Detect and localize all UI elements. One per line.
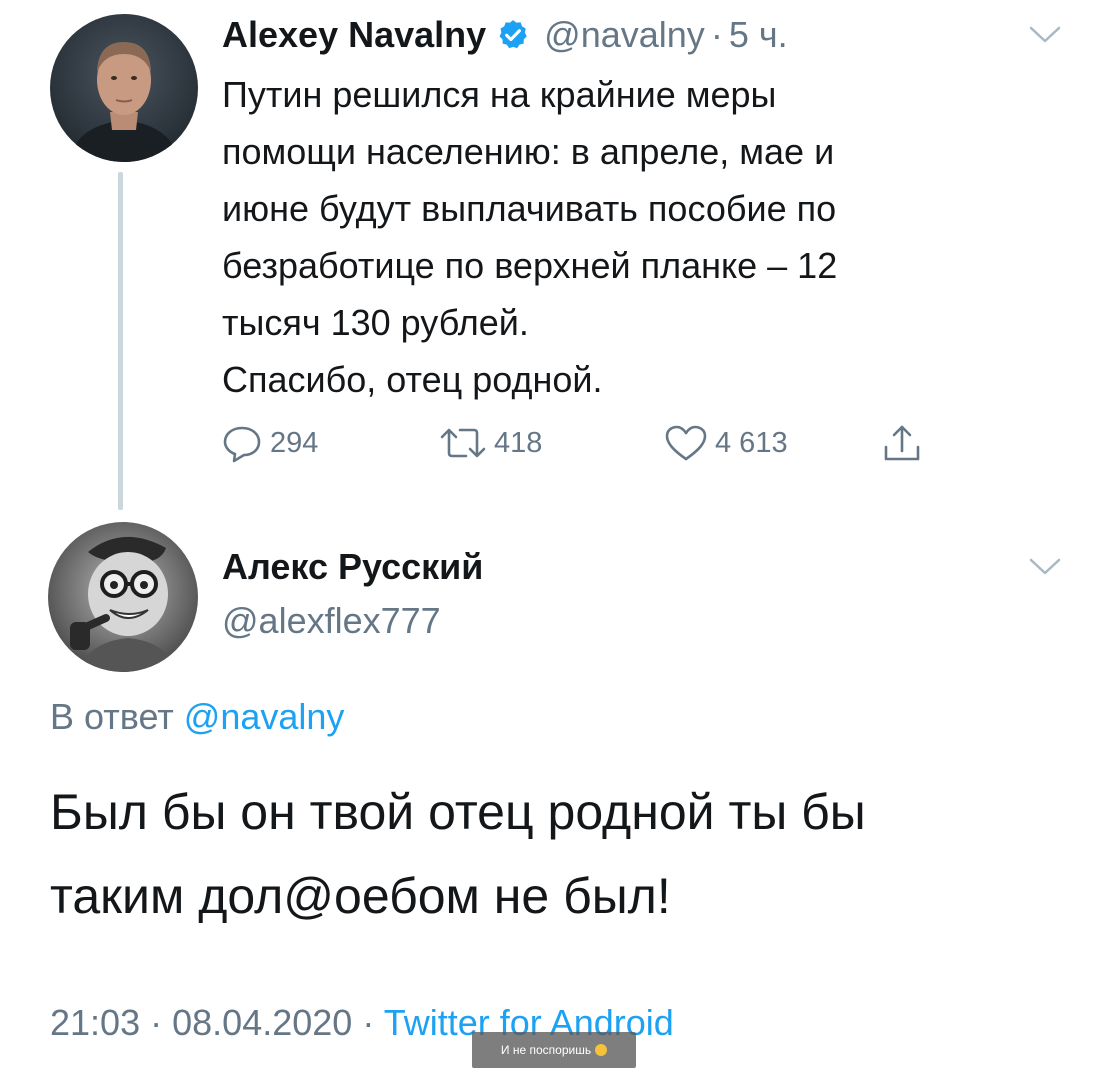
parent-tweet-text: Путин решился на крайние меры помощи нас…: [222, 66, 1052, 408]
reply-tweet-time[interactable]: 21:03: [50, 1002, 140, 1043]
navalny-avatar[interactable]: [50, 14, 198, 162]
meta-separator: ·: [362, 1002, 375, 1043]
like-count: 4 613: [715, 426, 788, 459]
share-button[interactable]: [880, 420, 924, 466]
parent-tweet-line: Спасибо, отец родной.: [222, 359, 603, 400]
parent-tweet-line: безработице по верхней планке – 12: [222, 245, 838, 286]
reply-tweet-date[interactable]: 08.04.2020: [172, 1002, 352, 1043]
reply-button[interactable]: 294: [220, 420, 318, 466]
reply-tweet-line: таким дол@оебом не был!: [50, 868, 671, 924]
retweet-count: 418: [494, 426, 543, 459]
thread-connector-line: [118, 172, 123, 510]
like-button[interactable]: 4 613: [663, 420, 788, 466]
alexflex-avatar[interactable]: [48, 522, 198, 672]
parent-tweet-line: помощи населению: в апреле, мае и: [222, 131, 835, 172]
heart-icon: [663, 423, 709, 463]
retweet-button[interactable]: 418: [438, 420, 542, 466]
watermark-caption: И не поспоришь: [472, 1032, 636, 1068]
header-separator: ·: [710, 14, 723, 55]
chevron-down-icon[interactable]: [1028, 556, 1062, 578]
meta-separator: ·: [150, 1002, 163, 1043]
reply-tweet-line: Был бы он твой отец родной ты бы: [50, 784, 866, 840]
parent-author-handle[interactable]: @navalny: [544, 14, 705, 56]
verified-badge-icon: [496, 18, 530, 52]
reply-mention-link[interactable]: @navalny: [184, 696, 345, 737]
parent-author-name[interactable]: Alexey Navalny: [222, 14, 486, 56]
reply-tweet-text: Был бы он твой отец родной ты бы таким д…: [50, 770, 1050, 938]
laughing-emoji-icon: [595, 1044, 608, 1056]
reply-prefix: В ответ: [50, 696, 174, 737]
reply-context: В ответ @navalny: [50, 696, 344, 738]
parent-tweet-line: тысяч 130 рублей.: [222, 302, 529, 343]
retweet-icon: [438, 423, 488, 463]
reply-author-name[interactable]: Алекс Русский: [222, 546, 483, 588]
parent-tweet-header: Alexey Navalny @navalny · 5 ч.: [222, 10, 788, 60]
parent-tweet-time[interactable]: 5 ч.: [729, 14, 788, 56]
reply-author-handle[interactable]: @alexflex777: [222, 600, 441, 642]
watermark-text: И не поспоришь: [500, 1043, 592, 1057]
parent-tweet-line: Путин решился на крайние меры: [222, 74, 777, 115]
parent-tweet-actions: 294 418 4 613: [220, 420, 940, 466]
reply-bubble-icon: [220, 423, 264, 463]
chevron-down-icon[interactable]: [1028, 24, 1062, 46]
reply-count: 294: [270, 426, 319, 459]
share-icon: [880, 421, 924, 465]
parent-tweet-line: июне будут выплачивать пособие по: [222, 188, 837, 229]
